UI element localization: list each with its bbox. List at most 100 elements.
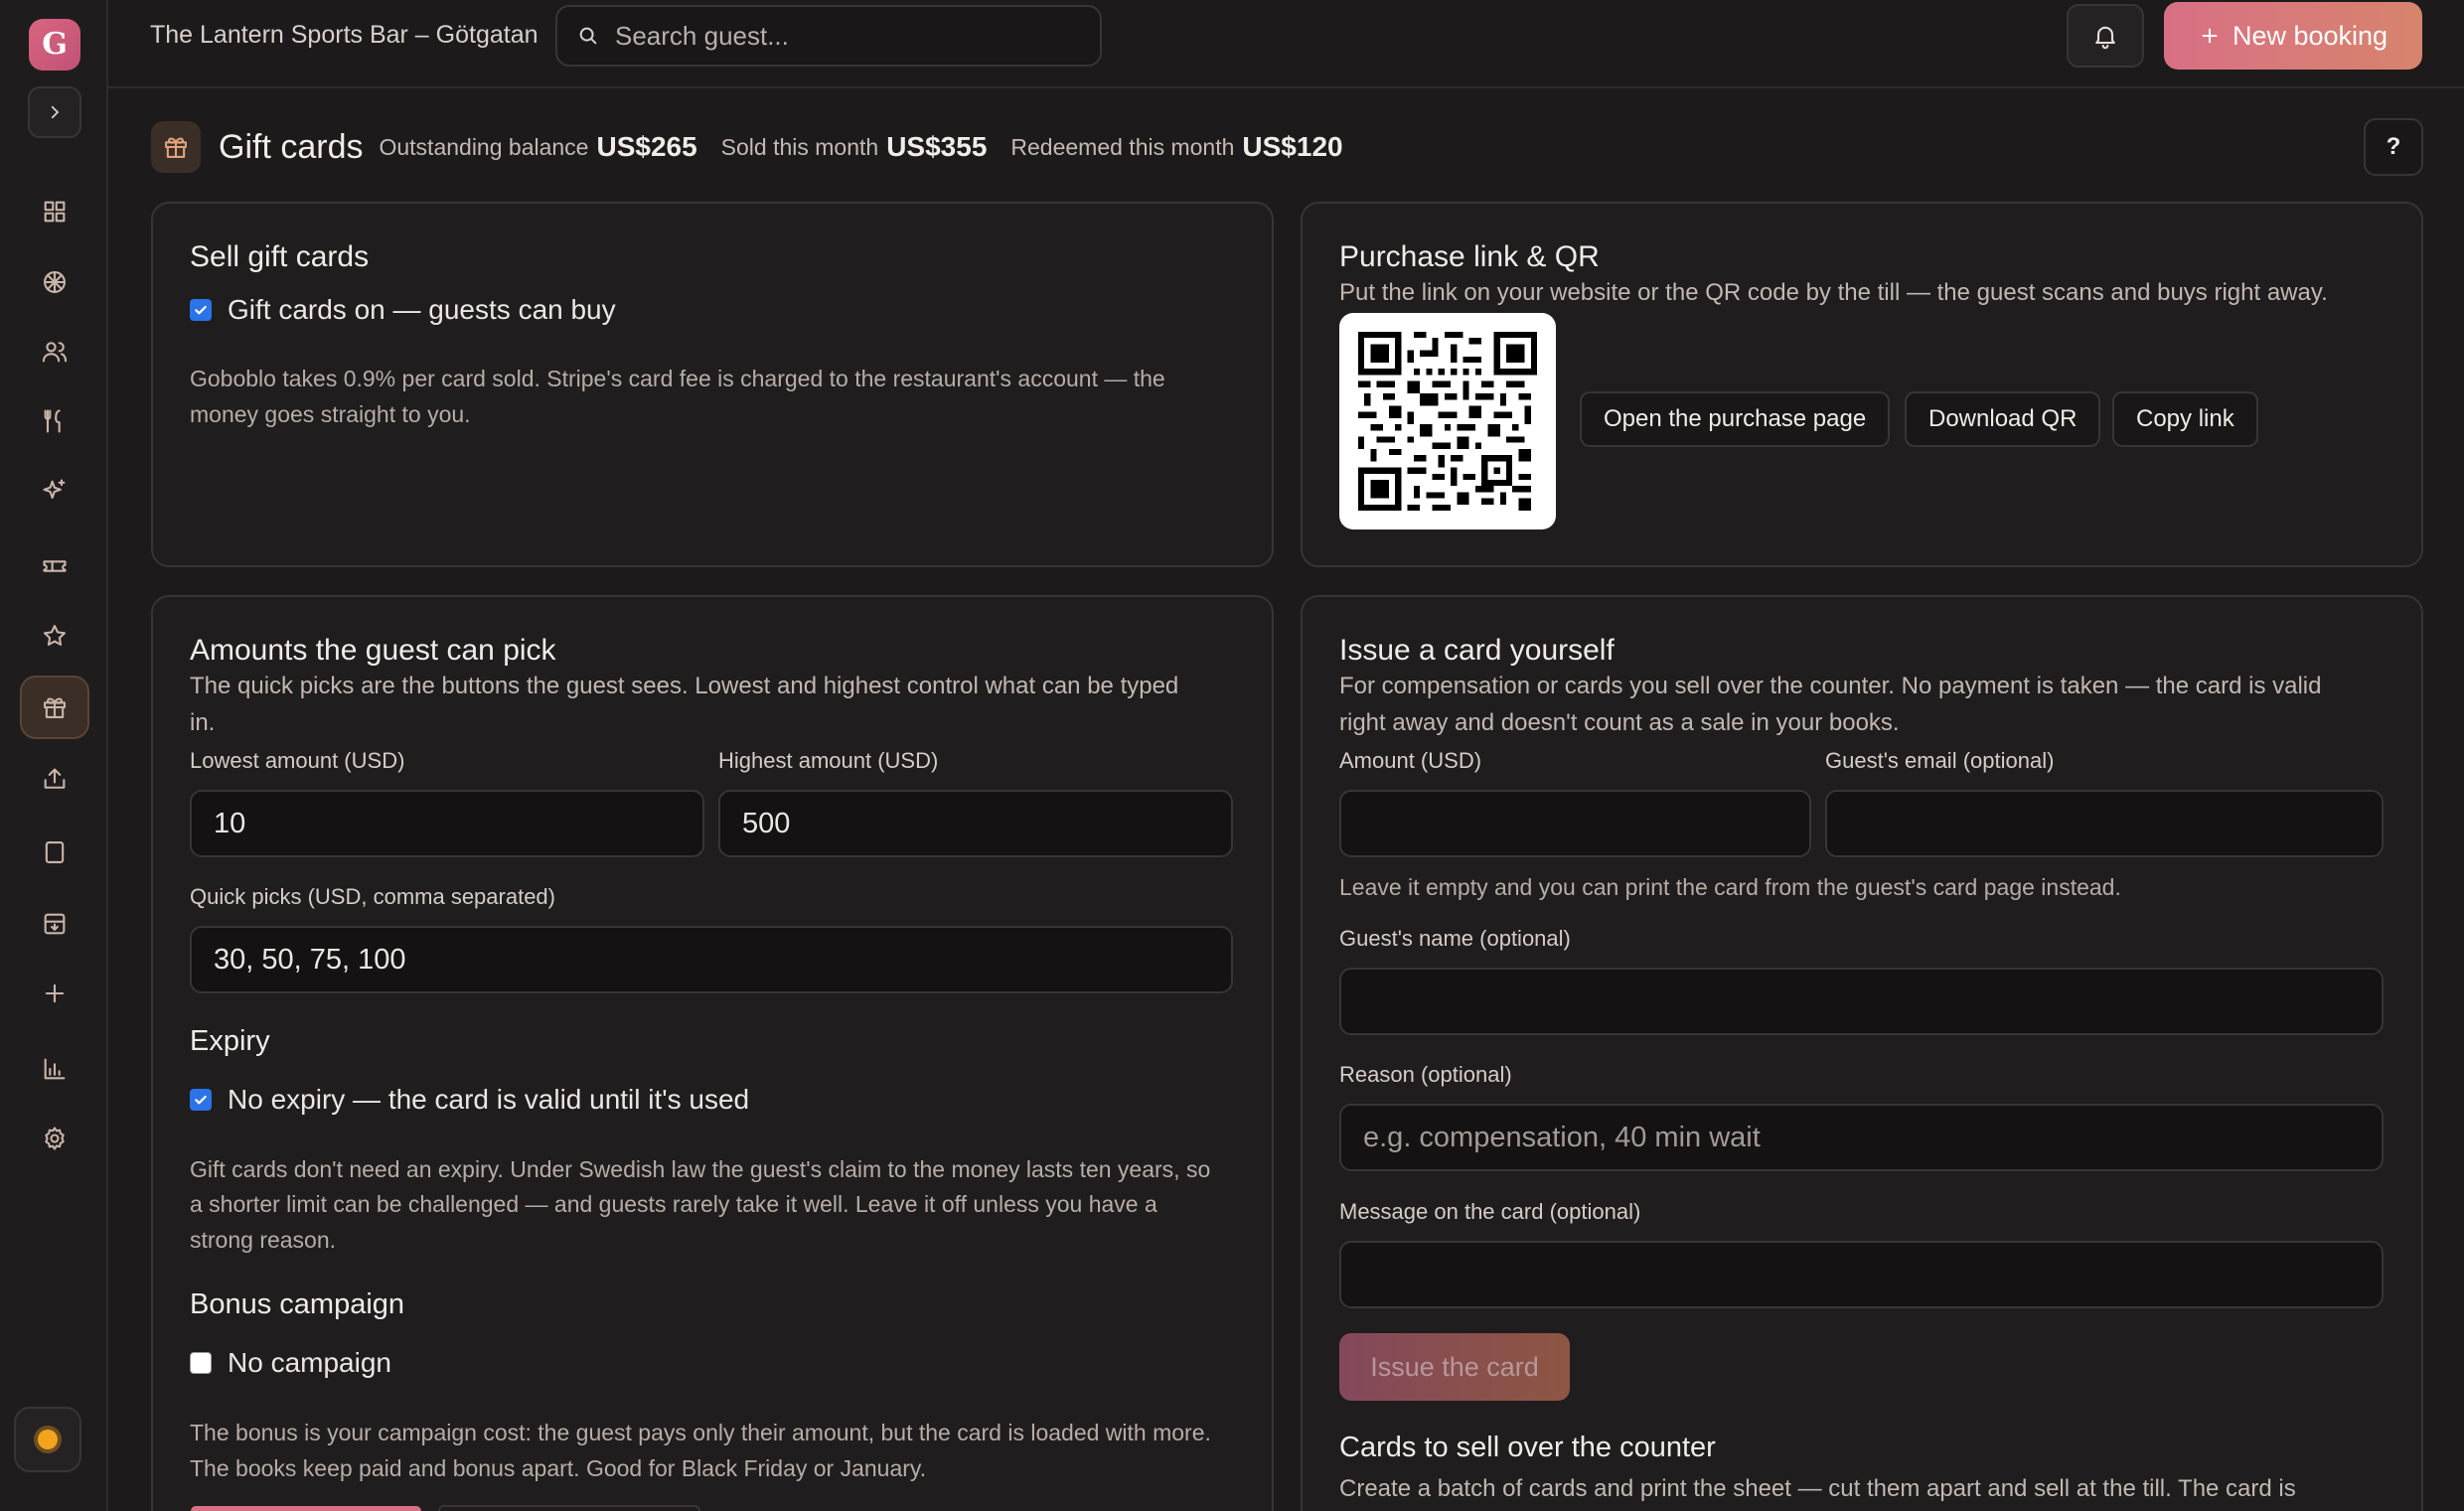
reason-label: Reason (optional) <box>1339 1062 1512 1087</box>
no-expiry-toggle[interactable]: No expiry — the card is valid until it's… <box>190 1084 749 1116</box>
amount-label: Amount (USD) <box>1339 748 1482 773</box>
plus-icon <box>45 983 65 1003</box>
counter-cards-heading: Cards to sell over the counter <box>1339 1432 1716 1463</box>
amounts-desc-line2: in. <box>190 709 216 736</box>
purchase-card-title: Purchase link & QR <box>1339 240 1600 273</box>
theme-toggle-button[interactable] <box>14 1407 81 1472</box>
quick-picks-input[interactable] <box>190 926 1233 993</box>
lowest-amount-input[interactable] <box>190 790 704 857</box>
gift-icon <box>165 137 187 158</box>
nav-reviews[interactable] <box>20 604 89 668</box>
bar-chart-icon <box>44 1058 66 1080</box>
upload-icon <box>44 768 66 789</box>
nav-tickets[interactable] <box>20 534 89 598</box>
expand-sidebar-button[interactable] <box>28 86 81 138</box>
guest-name-input[interactable] <box>1339 968 2384 1035</box>
search-icon <box>579 27 597 45</box>
check-icon <box>195 305 207 315</box>
chevron-right-icon <box>51 105 60 119</box>
amounts-card-title: Amounts the guest can pick <box>190 634 556 667</box>
nav-gift-cards[interactable] <box>20 676 89 739</box>
nav-menu[interactable] <box>20 389 89 453</box>
nav-dashboard[interactable] <box>20 180 89 243</box>
stat-value-sold: US$355 <box>886 131 988 162</box>
gift-cards-checkbox[interactable] <box>190 299 212 321</box>
bonus-note-line1: The bonus is your campaign cost: the gue… <box>190 1420 1211 1445</box>
settings-icon <box>45 1127 65 1150</box>
issue-desc-line1: For compensation or cards you sell over … <box>1339 673 2322 699</box>
bonus-campaign-toggle[interactable]: No campaign <box>190 1347 391 1379</box>
gift-badge <box>151 121 201 173</box>
utensils-icon <box>44 409 61 433</box>
ticket-icon <box>43 560 67 572</box>
fee-note-line2: money goes straight to you. <box>190 401 471 427</box>
stat-label-redeemed: Redeemed this month <box>1010 133 1235 160</box>
bell-icon <box>2095 26 2115 50</box>
qr-code-icon <box>1358 332 1537 511</box>
nav-ai[interactable] <box>20 459 89 523</box>
qr-code <box>1339 313 1556 529</box>
no-expiry-checkbox[interactable] <box>190 1089 212 1111</box>
guest-email-label: Guest's email (optional) <box>1825 748 2055 773</box>
archive-icon <box>44 913 66 935</box>
card-message-input[interactable] <box>1339 1241 2384 1308</box>
nav-online[interactable] <box>20 250 89 314</box>
copy-link-button[interactable]: Copy link <box>2112 391 2258 447</box>
highest-amount-input[interactable] <box>718 790 1233 857</box>
expiry-heading: Expiry <box>190 1025 270 1057</box>
sell-card-title: Sell gift cards <box>190 240 370 273</box>
card-message-label: Message on the card (optional) <box>1339 1199 1641 1224</box>
guest-name-label: Guest's name (optional) <box>1339 926 1571 951</box>
plus-icon <box>2202 28 2218 44</box>
issue-card-title: Issue a card yourself <box>1339 634 1615 667</box>
nav-tablet[interactable] <box>20 821 89 884</box>
stat-value-redeemed: US$120 <box>1242 131 1343 162</box>
globe-icon <box>44 271 66 293</box>
fee-note-line1: Goboblo takes 0.9% per card sold. Stripe… <box>190 366 1165 391</box>
expiry-note-line3: strong reason. <box>190 1227 337 1253</box>
new-booking-button[interactable]: New booking <box>2164 2 2422 70</box>
stat-value-outstanding: US$265 <box>596 131 697 162</box>
lowest-amount-label: Lowest amount (USD) <box>190 748 405 773</box>
page-header: Gift cards Outstanding balance US$265 So… <box>151 120 1367 174</box>
sun-icon <box>38 1430 58 1449</box>
brand-logo[interactable]: G <box>29 19 80 71</box>
grid-icon <box>44 201 66 223</box>
email-hint: Leave it empty and you can print the car… <box>1339 874 2121 900</box>
expiry-note-line2: a shorter limit can be challenged — and … <box>190 1191 1157 1217</box>
tablet-icon <box>45 841 65 863</box>
reason-input[interactable] <box>1339 1104 2384 1171</box>
bonus-note-line2: The books keep paid and bonus apart. Goo… <box>190 1455 927 1481</box>
amount-input[interactable] <box>1339 790 1811 857</box>
issue-desc-line2: right away and doesn't count as a sale i… <box>1339 709 1900 736</box>
open-purchase-page-button[interactable]: Open the purchase page <box>1580 391 1891 447</box>
page-title: Gift cards <box>219 127 364 166</box>
nav-export[interactable] <box>20 747 89 811</box>
search-input[interactable] <box>615 20 1072 52</box>
quick-picks-label: Quick picks (USD, comma separated) <box>190 884 555 909</box>
notifications-button[interactable] <box>2067 4 2144 68</box>
issue-card-button[interactable]: Issue the card <box>1339 1333 1570 1401</box>
counter-cards-desc: Create a batch of cards and print the sh… <box>1339 1475 2296 1502</box>
guest-email-input[interactable] <box>1825 790 2384 857</box>
expiry-note-line1: Gift cards don't need an expiry. Under S… <box>190 1156 1211 1182</box>
nav-add[interactable] <box>20 962 89 1025</box>
gift-icon <box>44 697 66 718</box>
venue-name[interactable]: The Lantern Sports Bar – Götgatan <box>150 21 539 50</box>
guest-search[interactable] <box>555 5 1102 67</box>
nav-guests[interactable] <box>20 320 89 383</box>
sidebar: G <box>0 0 108 1511</box>
download-qr-button[interactable]: Download QR <box>1905 391 2101 447</box>
bonus-option-buttons[interactable] <box>191 1505 707 1511</box>
help-button[interactable]: ? <box>2364 118 2423 176</box>
nav-settings[interactable] <box>20 1107 89 1170</box>
sparkles-icon <box>43 479 66 500</box>
topbar: The Lantern Sports Bar – Götgatan New bo… <box>108 0 2464 88</box>
nav-archive[interactable] <box>20 892 89 956</box>
nav-reports[interactable] <box>20 1037 89 1101</box>
purchase-description: Put the link on your website or the QR c… <box>1339 279 2328 306</box>
bonus-campaign-checkbox[interactable] <box>190 1352 212 1374</box>
gift-cards-toggle[interactable]: Gift cards on — guests can buy <box>190 294 616 326</box>
users-icon <box>42 342 68 363</box>
amounts-desc-line1: The quick picks are the buttons the gues… <box>190 673 1179 699</box>
